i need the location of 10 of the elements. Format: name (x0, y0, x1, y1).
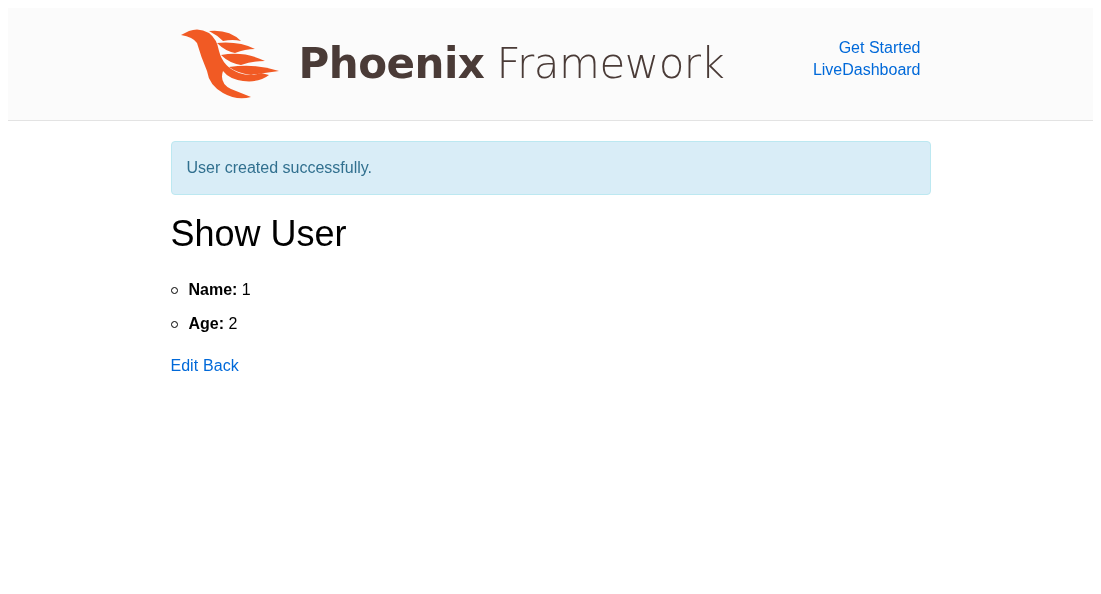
logo-text: Framework (496, 43, 725, 85)
field-text: Age: 2 (188, 315, 238, 333)
nav-link[interactable]: LiveDashboard (812, 61, 921, 79)
field-text: Name: 1 (188, 281, 251, 299)
page-title: Show User (170, 213, 348, 255)
action-link[interactable]: Edit (170, 357, 199, 375)
nav-link[interactable]: Get Started (838, 39, 921, 57)
success-alert: User created successfully. (170, 141, 931, 195)
logo-text: Phoenix (298, 43, 485, 85)
action-link[interactable]: Back (203, 357, 239, 375)
